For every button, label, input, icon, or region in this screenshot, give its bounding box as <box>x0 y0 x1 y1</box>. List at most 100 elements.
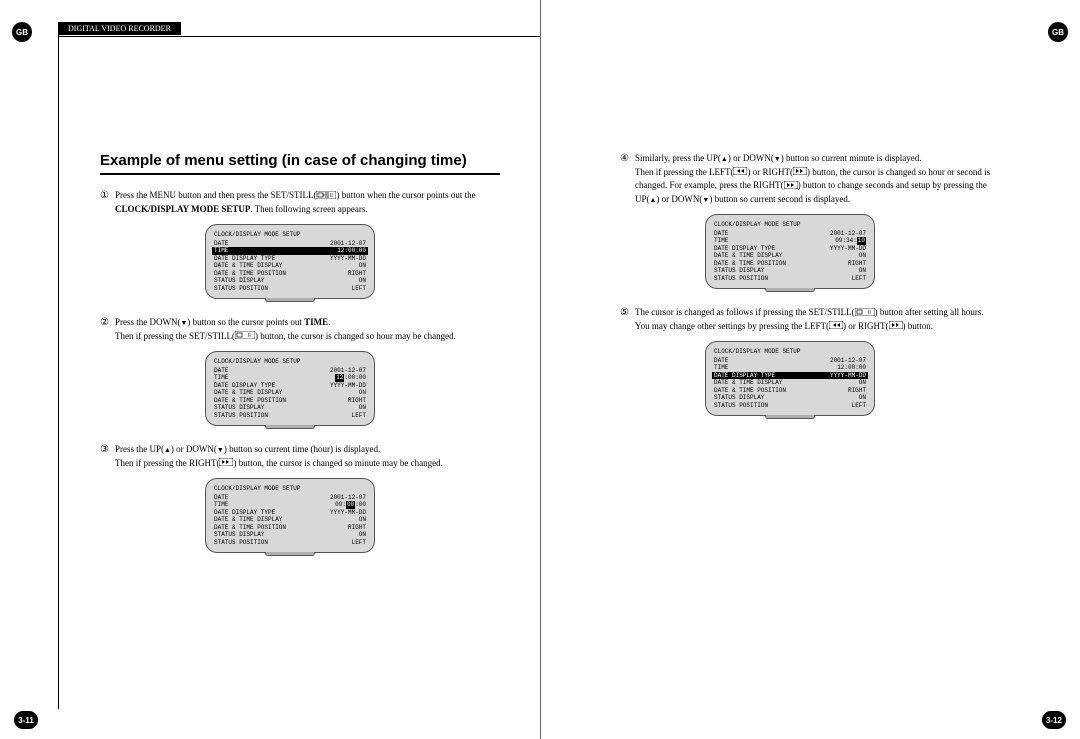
right-ff-icon <box>784 181 798 191</box>
tv-display: CLOCK/DISPLAY MODE SETUP DATE2001-12-07 … <box>205 224 375 299</box>
tv-value: ON <box>359 389 366 397</box>
text: . Then following screen appears. <box>250 204 367 214</box>
tv-value: 09:00:00 <box>335 501 366 509</box>
tv-value: 2001-12-07 <box>830 357 866 365</box>
tv-value: YYYY-MM-DD <box>330 255 366 263</box>
tv-value: ON <box>359 531 366 539</box>
tv-label: STATUS POSITION <box>714 275 768 283</box>
step-number: ③ <box>100 443 109 470</box>
tv-value: YYYY-MM-DD <box>830 245 866 253</box>
step-3: ③ Press the UP(▲) or DOWN(▼) button so c… <box>100 443 500 470</box>
right-ff-icon <box>889 321 903 331</box>
tv-value: 12:00:00 <box>837 364 866 372</box>
tv-value: LEFT <box>352 285 366 293</box>
text: :00:00 <box>344 374 366 381</box>
tv-value: LEFT <box>352 412 366 420</box>
text: Then if pressing the SET/STILL( <box>115 331 235 341</box>
text: ) button, the cursor is changed so minut… <box>233 458 442 468</box>
tv-title: CLOCK/DISPLAY MODE SETUP <box>712 348 868 357</box>
svg-text:II: II <box>330 193 333 199</box>
tv-value: 2001-12-07 <box>830 230 866 238</box>
page-number-left: 3-11 <box>14 711 38 729</box>
step-text: Similarly, press the UP(▲) or DOWN(▼) bu… <box>635 152 1000 206</box>
step-2: ② Press the DOWN(▼) button so the cursor… <box>100 316 500 343</box>
tv-value: RIGHT <box>848 387 866 395</box>
set-still-icon: II <box>235 331 255 341</box>
tv-screen-3: CLOCK/DISPLAY MODE SETUP DATE2001-12-07 … <box>205 478 375 556</box>
tv-value: ON <box>859 394 866 402</box>
up-triangle-icon: ▲ <box>164 446 171 454</box>
tv-display: CLOCK/DISPLAY MODE SETUP DATE2001-12-07 … <box>705 214 875 289</box>
gb-badge-left: GB <box>12 22 32 42</box>
tv-value: YYYY-MM-DD <box>330 382 366 390</box>
tv-value: ON <box>359 262 366 270</box>
page-number-right: 3-12 <box>1042 711 1066 729</box>
step-number: ④ <box>620 152 629 206</box>
right-ff-icon <box>793 167 807 177</box>
text: 09: <box>335 501 346 508</box>
cursor-segment: 10 <box>857 237 866 245</box>
left-content: Example of menu setting (in case of chan… <box>80 152 500 556</box>
text: ) button when the cursor points out the <box>336 190 475 200</box>
tv-screen-1: CLOCK/DISPLAY MODE SETUP DATE2001-12-07 … <box>205 224 375 302</box>
left-page: GB DIGITAL VIDEO RECORDER Example of men… <box>0 0 540 739</box>
right-page: GB ④ Similarly, press the UP(▲) or DOWN(… <box>540 0 1080 739</box>
text: ) button so current time (hour) is displ… <box>224 444 380 454</box>
text: ) or RIGHT( <box>747 167 793 177</box>
tv-label: DATE <box>214 240 228 248</box>
tv-screen-4: CLOCK/DISPLAY MODE SETUP DATE2001-12-07 … <box>705 214 875 292</box>
tv-label: STATUS DISPLAY <box>214 404 264 412</box>
text: ) or RIGHT( <box>843 321 889 331</box>
tv-screen-2: CLOCK/DISPLAY MODE SETUP DATE2001-12-07 … <box>205 351 375 429</box>
step-text: Press the MENU button and then press the… <box>115 189 500 216</box>
tv-label: DATE & TIME DISPLAY <box>714 252 782 260</box>
tv-label: TIME <box>714 237 728 245</box>
tv-label: STATUS POSITION <box>214 412 268 420</box>
tv-label: STATUS DISPLAY <box>714 394 764 402</box>
step-text: Press the DOWN(▼) button so the cursor p… <box>115 316 456 343</box>
text: ) or DOWN( <box>728 153 774 163</box>
tv-label: STATUS DISPLAY <box>214 277 264 285</box>
tv-label: DATE <box>214 367 228 375</box>
header-tab: DIGITAL VIDEO RECORDER <box>58 22 181 35</box>
tv-value: ON <box>859 252 866 260</box>
text: ) or DOWN( <box>171 444 217 454</box>
tv-value: RIGHT <box>348 524 366 532</box>
tv-display: CLOCK/DISPLAY MODE SETUP DATE2001-12-07 … <box>705 341 875 416</box>
tv-label: TIME <box>214 374 228 382</box>
up-triangle-icon: ▲ <box>721 155 728 163</box>
tv-value: 2001-12-07 <box>330 240 366 248</box>
tv-label: DATE DISPLAY TYPE <box>214 382 275 390</box>
step-number: ② <box>100 316 109 343</box>
tv-label: DATE & TIME DISPLAY <box>214 389 282 397</box>
tv-label: STATUS DISPLAY <box>214 531 264 539</box>
tv-base <box>765 415 815 419</box>
tv-value: 09:34:10 <box>835 237 866 245</box>
page-spread: GB DIGITAL VIDEO RECORDER Example of men… <box>0 0 1080 739</box>
svg-text:II: II <box>248 333 251 339</box>
tv-value: RIGHT <box>348 270 366 278</box>
tv-base <box>265 298 315 302</box>
set-still-icon: II <box>316 191 336 201</box>
tv-label: STATUS POSITION <box>214 285 268 293</box>
tv-display: CLOCK/DISPLAY MODE SETUP DATE2001-12-07 … <box>205 478 375 553</box>
header-rule <box>58 36 540 37</box>
cursor-segment: 12 <box>335 374 344 382</box>
tv-label: DATE & TIME DISPLAY <box>714 379 782 387</box>
tv-value: ON <box>359 404 366 412</box>
tv-value: YYYY-MM-DD <box>830 372 866 380</box>
left-rw-icon <box>733 167 747 177</box>
tv-label: DATE & TIME POSITION <box>214 270 286 278</box>
text: Then if pressing the RIGHT( <box>115 458 219 468</box>
text: ) button so current minute is displayed. <box>781 153 922 163</box>
set-still-icon: II <box>855 308 875 318</box>
tv-label: DATE & TIME DISPLAY <box>214 262 282 270</box>
tv-value: YYYY-MM-DD <box>330 509 366 517</box>
step-1: ① Press the MENU button and then press t… <box>100 189 500 216</box>
tv-value: ON <box>859 267 866 275</box>
tv-base <box>765 288 815 292</box>
tv-value: ON <box>359 277 366 285</box>
tv-title: CLOCK/DISPLAY MODE SETUP <box>212 485 368 494</box>
text: ) or DOWN( <box>656 194 702 204</box>
tv-label: DATE & TIME DISPLAY <box>214 516 282 524</box>
